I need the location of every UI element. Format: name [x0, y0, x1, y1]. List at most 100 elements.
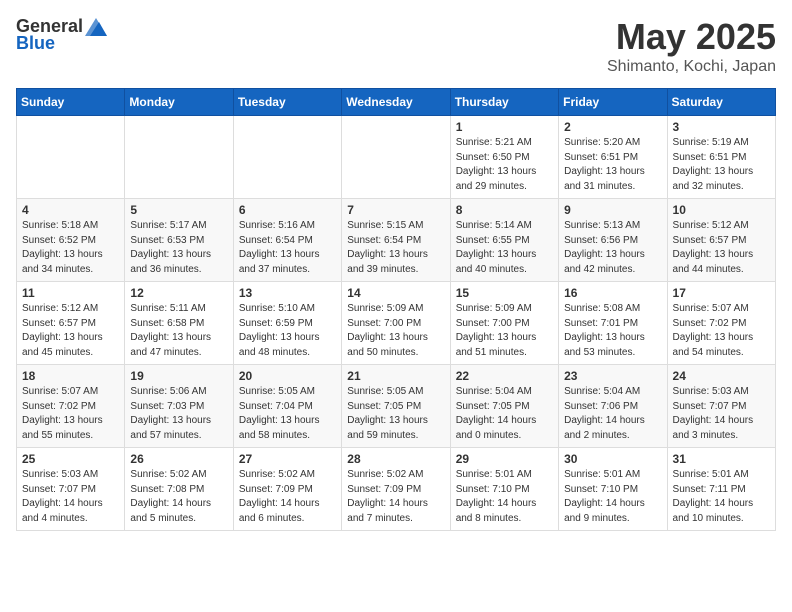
day-number: 28 — [347, 452, 444, 466]
day-info: Sunrise: 5:03 AM Sunset: 7:07 PM Dayligh… — [22, 468, 119, 526]
day-info: Sunrise: 5:14 AM Sunset: 6:55 PM Dayligh… — [456, 219, 553, 277]
calendar-week-row: 1 Sunrise: 5:21 AM Sunset: 6:50 PM Daylig… — [17, 116, 776, 199]
calendar-week-row: 18 Sunrise: 5:07 AM Sunset: 7:02 PM Dayli… — [17, 365, 776, 448]
day-info: Sunrise: 5:09 AM Sunset: 7:00 PM Dayligh… — [347, 302, 444, 360]
table-row: 26 Sunrise: 5:02 AM Sunset: 7:08 PM Dayli… — [125, 448, 233, 531]
day-info: Sunrise: 5:12 AM Sunset: 6:57 PM Dayligh… — [22, 302, 119, 360]
day-info: Sunrise: 5:07 AM Sunset: 7:02 PM Dayligh… — [22, 385, 119, 443]
day-info: Sunrise: 5:13 AM Sunset: 6:56 PM Dayligh… — [564, 219, 661, 277]
day-number: 29 — [456, 452, 553, 466]
day-number: 20 — [239, 369, 336, 383]
day-number: 24 — [673, 369, 770, 383]
logo-icon — [85, 18, 107, 36]
day-info: Sunrise: 5:08 AM Sunset: 7:01 PM Dayligh… — [564, 302, 661, 360]
table-row: 7 Sunrise: 5:15 AM Sunset: 6:54 PM Daylig… — [342, 199, 450, 282]
table-row: 27 Sunrise: 5:02 AM Sunset: 7:09 PM Dayli… — [233, 448, 341, 531]
table-row: 25 Sunrise: 5:03 AM Sunset: 7:07 PM Dayli… — [17, 448, 125, 531]
col-sunday: Sunday — [17, 89, 125, 116]
day-number: 14 — [347, 286, 444, 300]
table-row: 19Sunrise: 5:06 AM Sunset: 7:03 PM Dayli… — [125, 365, 233, 448]
day-number: 13 — [239, 286, 336, 300]
table-row — [17, 116, 125, 199]
table-row: 3 Sunrise: 5:19 AM Sunset: 6:51 PM Daylig… — [667, 116, 775, 199]
day-number: 18 — [22, 369, 119, 383]
day-info: Sunrise: 5:16 AM Sunset: 6:54 PM Dayligh… — [239, 219, 336, 277]
day-number: 3 — [673, 120, 770, 134]
table-row: 11 Sunrise: 5:12 AM Sunset: 6:57 PM Dayli… — [17, 282, 125, 365]
day-number: 7 — [347, 203, 444, 217]
location: Shimanto, Kochi, Japan — [607, 58, 776, 76]
day-number: 19 — [130, 369, 227, 383]
calendar-week-row: 4 Sunrise: 5:18 AM Sunset: 6:52 PM Daylig… — [17, 199, 776, 282]
table-row: 23 Sunrise: 5:04 AM Sunset: 7:06 PM Dayli… — [559, 365, 667, 448]
table-row — [233, 116, 341, 199]
day-info: Sunrise: 5:19 AM Sunset: 6:51 PM Dayligh… — [673, 136, 770, 194]
table-row: 21 Sunrise: 5:05 AM Sunset: 7:05 PM Dayli… — [342, 365, 450, 448]
day-info: Sunrise: 5:15 AM Sunset: 6:54 PM Dayligh… — [347, 219, 444, 277]
day-number: 4 — [22, 203, 119, 217]
table-row: 18 Sunrise: 5:07 AM Sunset: 7:02 PM Dayli… — [17, 365, 125, 448]
day-number: 23 — [564, 369, 661, 383]
day-number: 6 — [239, 203, 336, 217]
table-row — [342, 116, 450, 199]
table-row: 1 Sunrise: 5:21 AM Sunset: 6:50 PM Daylig… — [450, 116, 558, 199]
table-row: 24 Sunrise: 5:03 AM Sunset: 7:07 PM Dayli… — [667, 365, 775, 448]
table-row: 17 Sunrise: 5:07 AM Sunset: 7:02 PM Dayli… — [667, 282, 775, 365]
calendar-week-row: 25 Sunrise: 5:03 AM Sunset: 7:07 PM Dayli… — [17, 448, 776, 531]
day-info: Sunrise: 5:17 AM Sunset: 6:53 PM Dayligh… — [130, 219, 227, 277]
table-row: 20 Sunrise: 5:05 AM Sunset: 7:04 PM Dayli… — [233, 365, 341, 448]
table-row: 30Sunrise: 5:01 AM Sunset: 7:10 PM Dayli… — [559, 448, 667, 531]
table-row: 6 Sunrise: 5:16 AM Sunset: 6:54 PM Daylig… — [233, 199, 341, 282]
day-info: Sunrise: 5:12 AM Sunset: 6:57 PM Dayligh… — [673, 219, 770, 277]
day-number: 8 — [456, 203, 553, 217]
day-info: Sunrise: 5:04 AM Sunset: 7:05 PM Dayligh… — [456, 385, 553, 443]
day-number: 10 — [673, 203, 770, 217]
day-number: 26 — [130, 452, 227, 466]
col-saturday: Saturday — [667, 89, 775, 116]
day-info: Sunrise: 5:11 AM Sunset: 6:58 PM Dayligh… — [130, 302, 227, 360]
day-number: 21 — [347, 369, 444, 383]
day-number: 17 — [673, 286, 770, 300]
day-number: 30 — [564, 452, 661, 466]
day-number: 15 — [456, 286, 553, 300]
day-number: 12 — [130, 286, 227, 300]
day-number: 25 — [22, 452, 119, 466]
day-number: 9 — [564, 203, 661, 217]
table-row: 8 Sunrise: 5:14 AM Sunset: 6:55 PM Daylig… — [450, 199, 558, 282]
day-info: Sunrise: 5:02 AM Sunset: 7:09 PM Dayligh… — [239, 468, 336, 526]
col-monday: Monday — [125, 89, 233, 116]
table-row: 13 Sunrise: 5:10 AM Sunset: 6:59 PM Dayli… — [233, 282, 341, 365]
day-number: 16 — [564, 286, 661, 300]
table-row — [125, 116, 233, 199]
day-info: Sunrise: 5:01 AM Sunset: 7:10 PM Dayligh… — [456, 468, 553, 526]
table-row: 10 Sunrise: 5:12 AM Sunset: 6:57 PM Dayli… — [667, 199, 775, 282]
table-row: 14 Sunrise: 5:09 AM Sunset: 7:00 PM Dayli… — [342, 282, 450, 365]
day-number: 27 — [239, 452, 336, 466]
page-header: General Blue May 2025 Shimanto, Kochi, J… — [16, 16, 776, 76]
table-row: 2Sunrise: 5:20 AM Sunset: 6:51 PM Daylig… — [559, 116, 667, 199]
table-row: 28Sunrise: 5:02 AM Sunset: 7:09 PM Dayli… — [342, 448, 450, 531]
day-info: Sunrise: 5:03 AM Sunset: 7:07 PM Dayligh… — [673, 385, 770, 443]
calendar-table: Sunday Monday Tuesday Wednesday Thursday… — [16, 88, 776, 531]
day-info: Sunrise: 5:18 AM Sunset: 6:52 PM Dayligh… — [22, 219, 119, 277]
day-info: Sunrise: 5:05 AM Sunset: 7:05 PM Dayligh… — [347, 385, 444, 443]
table-row: 29 Sunrise: 5:01 AM Sunset: 7:10 PM Dayli… — [450, 448, 558, 531]
day-number: 1 — [456, 120, 553, 134]
month-title: May 2025 — [607, 16, 776, 58]
table-row: 31Sunrise: 5:01 AM Sunset: 7:11 PM Dayli… — [667, 448, 775, 531]
day-info: Sunrise: 5:05 AM Sunset: 7:04 PM Dayligh… — [239, 385, 336, 443]
day-number: 5 — [130, 203, 227, 217]
col-wednesday: Wednesday — [342, 89, 450, 116]
day-info: Sunrise: 5:07 AM Sunset: 7:02 PM Dayligh… — [673, 302, 770, 360]
day-number: 31 — [673, 452, 770, 466]
title-block: May 2025 Shimanto, Kochi, Japan — [607, 16, 776, 76]
day-number: 11 — [22, 286, 119, 300]
table-row: 15Sunrise: 5:09 AM Sunset: 7:00 PM Dayli… — [450, 282, 558, 365]
col-friday: Friday — [559, 89, 667, 116]
day-info: Sunrise: 5:02 AM Sunset: 7:08 PM Dayligh… — [130, 468, 227, 526]
day-info: Sunrise: 5:21 AM Sunset: 6:50 PM Dayligh… — [456, 136, 553, 194]
day-info: Sunrise: 5:04 AM Sunset: 7:06 PM Dayligh… — [564, 385, 661, 443]
day-info: Sunrise: 5:10 AM Sunset: 6:59 PM Dayligh… — [239, 302, 336, 360]
calendar-header-row: Sunday Monday Tuesday Wednesday Thursday… — [17, 89, 776, 116]
table-row: 16 Sunrise: 5:08 AM Sunset: 7:01 PM Dayli… — [559, 282, 667, 365]
